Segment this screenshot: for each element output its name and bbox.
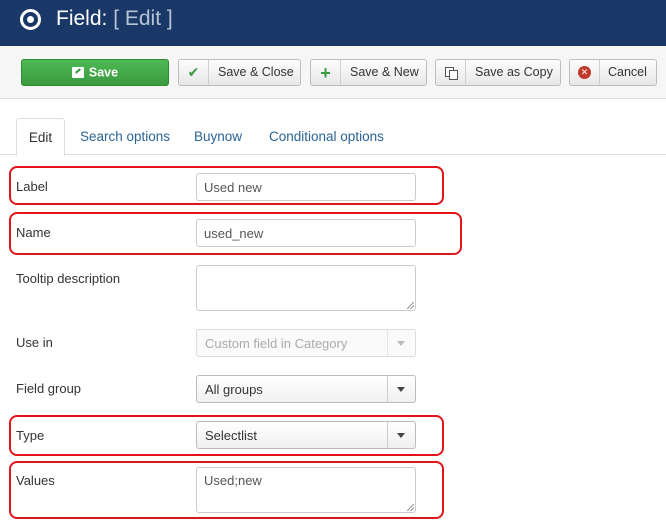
target-icon: [20, 9, 41, 30]
name-field-label: Name: [16, 225, 51, 240]
plus-icon: +: [311, 60, 341, 85]
tab-search-options[interactable]: Search options: [80, 118, 170, 155]
use-in-select: Custom field in Category: [196, 329, 416, 357]
field-group-select[interactable]: All groups: [196, 375, 416, 403]
save-close-label: Save & Close: [218, 65, 294, 79]
check-icon: ✔: [179, 60, 209, 85]
copy-icon: [436, 60, 466, 85]
page-title: Field: [ Edit ]: [56, 7, 173, 31]
toolbar: Save ✔ Save & Close + Save & New Save as…: [0, 46, 666, 99]
page-header: Field: [ Edit ]: [0, 0, 666, 46]
tab-conditional-options[interactable]: Conditional options: [269, 118, 384, 155]
cancel-icon: ✕: [570, 60, 600, 85]
save-close-button[interactable]: ✔ Save & Close: [178, 59, 301, 86]
resize-grip-icon[interactable]: [407, 302, 414, 309]
tab-edit[interactable]: Edit: [16, 118, 65, 156]
tooltip-textarea[interactable]: [196, 265, 416, 311]
chevron-down-icon[interactable]: [387, 422, 415, 448]
page-title-main: Field:: [56, 7, 108, 30]
type-value: Selectlist: [205, 428, 258, 443]
type-select[interactable]: Selectlist: [196, 421, 416, 449]
resize-grip-icon[interactable]: [407, 504, 414, 511]
label-field-label: Label: [16, 179, 48, 194]
edit-icon: [71, 67, 84, 79]
save-new-button[interactable]: + Save & New: [310, 59, 427, 86]
values-textarea[interactable]: [196, 467, 416, 513]
chevron-down-icon[interactable]: [387, 376, 415, 402]
save-button-label: Save: [88, 65, 119, 80]
chevron-down-icon: [387, 330, 415, 356]
tooltip-field-label: Tooltip description: [16, 271, 121, 286]
name-input[interactable]: used_new: [196, 219, 416, 247]
cancel-button[interactable]: ✕ Cancel: [569, 59, 657, 86]
cancel-label: Cancel: [608, 65, 647, 79]
save-new-label: Save & New: [350, 65, 419, 79]
tab-buynow[interactable]: Buynow: [194, 118, 242, 155]
save-button[interactable]: Save: [21, 59, 169, 86]
label-input[interactable]: Used new: [196, 173, 416, 201]
page-title-subtitle: [ Edit ]: [113, 7, 173, 30]
field-group-value: All groups: [205, 382, 263, 397]
use-in-value: Custom field in Category: [205, 336, 348, 351]
field-group-field-label: Field group: [16, 381, 82, 396]
type-field-label: Type: [16, 428, 45, 443]
tab-bar: Edit Search options Buynow Conditional o…: [0, 118, 666, 156]
save-copy-button[interactable]: Save as Copy: [435, 59, 561, 86]
save-copy-label: Save as Copy: [475, 65, 553, 79]
values-field-label: Values: [16, 473, 55, 488]
use-in-field-label: Use in: [16, 335, 53, 350]
